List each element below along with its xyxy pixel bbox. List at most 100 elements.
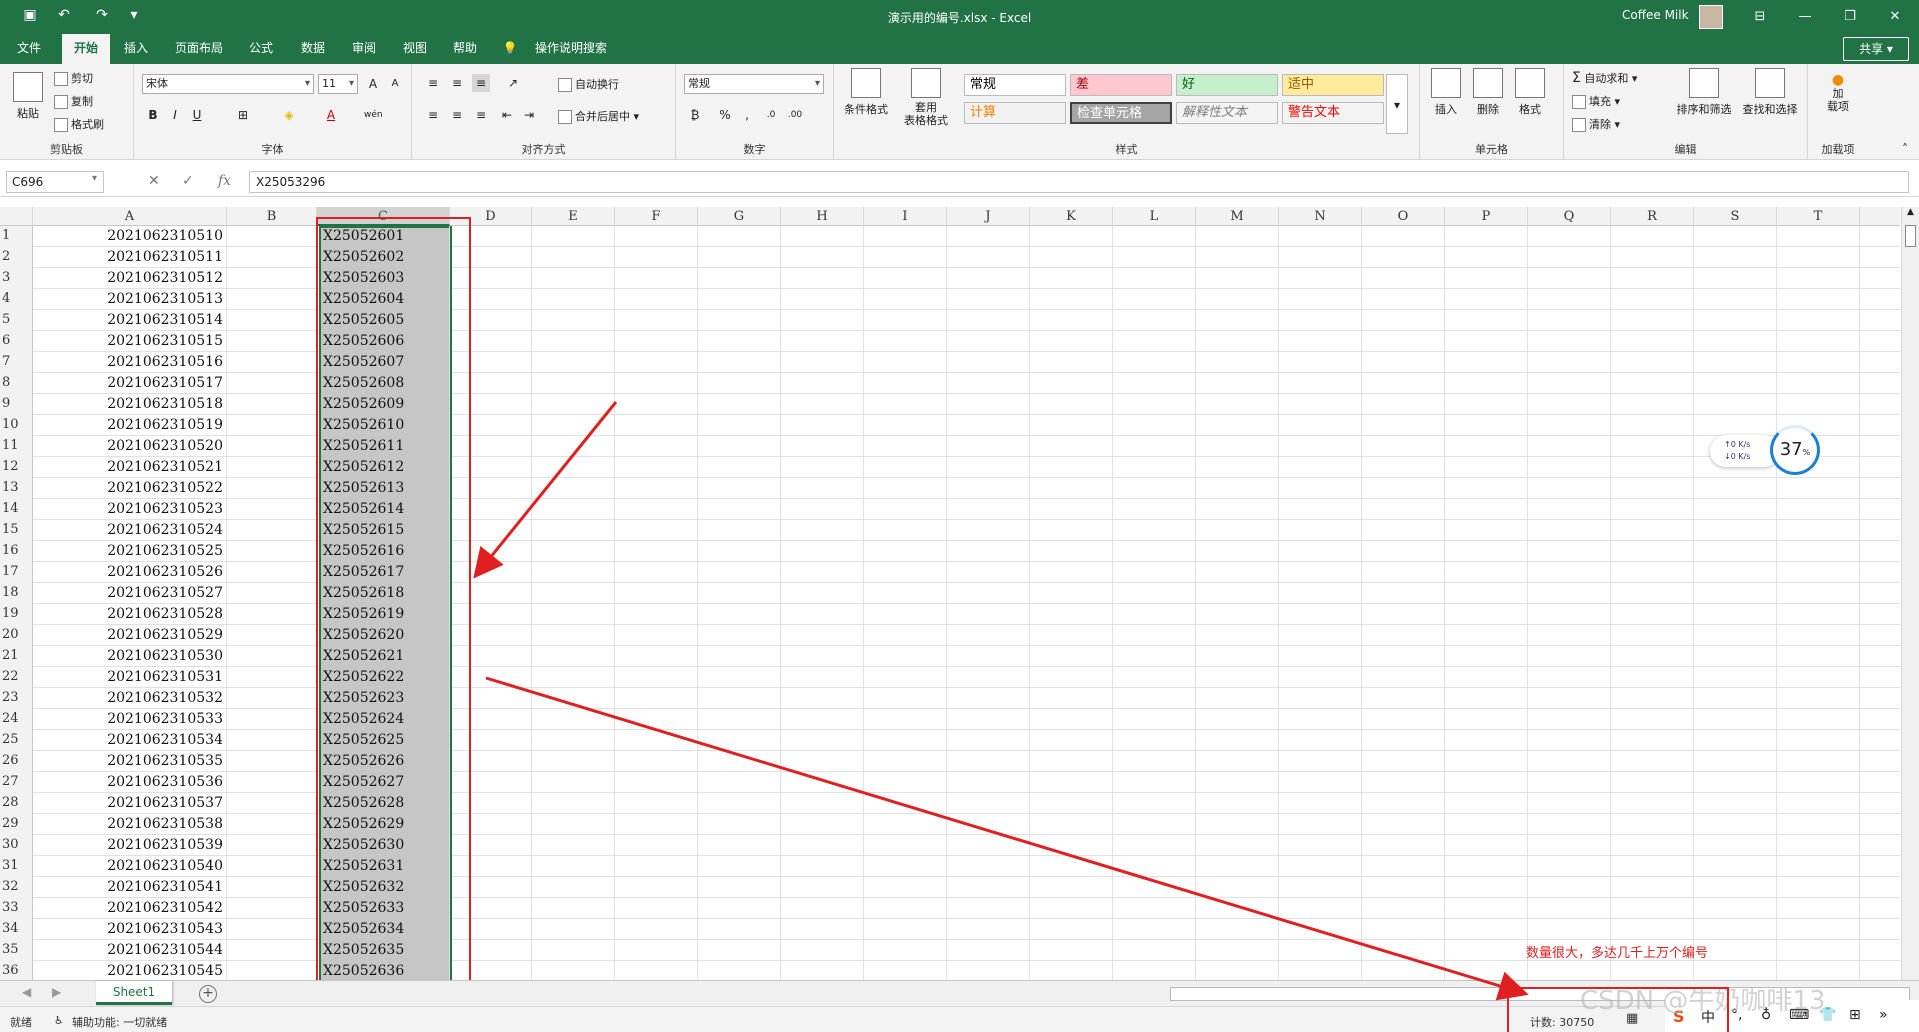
merge-center-button[interactable]: 合并后居中 ▾ bbox=[558, 108, 639, 124]
column-header-a[interactable]: A bbox=[33, 207, 227, 226]
comma-button[interactable]: , bbox=[738, 106, 756, 124]
increase-decimal-icon[interactable]: .0 bbox=[762, 106, 780, 124]
column-header-o[interactable]: O bbox=[1362, 207, 1445, 226]
tab-home[interactable]: 开始 bbox=[62, 34, 110, 64]
cell-a[interactable]: 2021062310528 bbox=[34, 604, 227, 625]
insert-cells-button[interactable]: 插入 bbox=[1426, 68, 1466, 117]
formula-input[interactable]: X25053296 bbox=[249, 171, 1909, 193]
row-header[interactable]: 6 bbox=[0, 331, 33, 352]
cell-a[interactable]: 2021062310512 bbox=[34, 268, 227, 289]
cell-a[interactable]: 2021062310520 bbox=[34, 436, 227, 457]
cell-a[interactable]: 2021062310542 bbox=[34, 898, 227, 919]
row-header[interactable]: 28 bbox=[0, 793, 33, 814]
decrease-font-icon[interactable]: A bbox=[386, 75, 404, 93]
close-button[interactable]: ✕ bbox=[1875, 5, 1915, 29]
percent-button[interactable]: % bbox=[716, 106, 734, 124]
column-header-h[interactable]: H bbox=[781, 207, 864, 226]
row-header[interactable]: 30 bbox=[0, 835, 33, 856]
row-header[interactable]: 24 bbox=[0, 709, 33, 730]
row-header[interactable]: 7 bbox=[0, 352, 33, 373]
cell-a[interactable]: 2021062310524 bbox=[34, 520, 227, 541]
delete-cells-button[interactable]: 删除 bbox=[1468, 68, 1508, 117]
cell-a[interactable]: 2021062310543 bbox=[34, 919, 227, 940]
increase-font-icon[interactable]: A bbox=[364, 75, 382, 93]
cell-a[interactable]: 2021062310523 bbox=[34, 499, 227, 520]
add-sheet-button[interactable]: + bbox=[199, 985, 217, 1003]
orientation-icon[interactable]: ↗ bbox=[504, 74, 522, 92]
tab-help[interactable]: 帮助 bbox=[444, 34, 486, 64]
cell-a[interactable]: 2021062310540 bbox=[34, 856, 227, 877]
cell-a[interactable]: 2021062310539 bbox=[34, 835, 227, 856]
cell-a[interactable]: 2021062310527 bbox=[34, 583, 227, 604]
network-speed-widget[interactable]: ↑0 K/s ↓0 K/s 37% bbox=[1710, 425, 1820, 477]
row-header[interactable]: 26 bbox=[0, 751, 33, 772]
sort-filter-button[interactable]: 排序和筛选 bbox=[1672, 68, 1736, 117]
cell-a[interactable]: 2021062310534 bbox=[34, 730, 227, 751]
cell-a[interactable]: 2021062310521 bbox=[34, 457, 227, 478]
cell-a[interactable]: 2021062310519 bbox=[34, 415, 227, 436]
cell-a[interactable]: 2021062310535 bbox=[34, 751, 227, 772]
row-header[interactable]: 17 bbox=[0, 562, 33, 583]
tell-me-search[interactable]: 操作说明搜索 bbox=[524, 34, 618, 64]
cell-style-4[interactable]: 计算 bbox=[964, 102, 1066, 124]
cell-a[interactable]: 2021062310510 bbox=[34, 226, 227, 247]
row-header[interactable]: 5 bbox=[0, 310, 33, 331]
currency-icon[interactable]: ₿ bbox=[686, 106, 704, 124]
clear-button[interactable]: 清除 ▾ bbox=[1572, 116, 1620, 132]
cell-a[interactable]: 2021062310518 bbox=[34, 394, 227, 415]
fill-button[interactable]: 填充 ▾ bbox=[1572, 93, 1620, 109]
align-middle-icon[interactable]: ≡ bbox=[448, 74, 466, 92]
row-header[interactable]: 13 bbox=[0, 478, 33, 499]
row-header[interactable]: 34 bbox=[0, 919, 33, 940]
underline-button[interactable]: U bbox=[188, 106, 206, 124]
cell-a[interactable]: 2021062310533 bbox=[34, 709, 227, 730]
tab-file[interactable]: 文件 bbox=[8, 34, 50, 64]
conditional-format-button[interactable]: 条件格式 bbox=[840, 68, 892, 117]
column-header-q[interactable]: Q bbox=[1528, 207, 1611, 226]
cell-style-5[interactable]: 检查单元格 bbox=[1070, 102, 1172, 124]
column-header-l[interactable]: L bbox=[1113, 207, 1196, 226]
row-header[interactable]: 3 bbox=[0, 268, 33, 289]
row-header[interactable]: 22 bbox=[0, 667, 33, 688]
row-header[interactable]: 1 bbox=[0, 226, 33, 247]
cell-a[interactable]: 2021062310545 bbox=[34, 961, 227, 980]
tab-insert[interactable]: 插入 bbox=[115, 34, 157, 64]
decrease-decimal-icon[interactable]: .00 bbox=[786, 106, 804, 124]
sheet-next-icon[interactable]: ▶ bbox=[52, 985, 61, 999]
cell-a[interactable]: 2021062310531 bbox=[34, 667, 227, 688]
row-header[interactable]: 20 bbox=[0, 625, 33, 646]
font-size-select[interactable]: 11 bbox=[318, 74, 358, 94]
row-header[interactable]: 19 bbox=[0, 604, 33, 625]
row-header[interactable]: 32 bbox=[0, 877, 33, 898]
cell-a[interactable]: 2021062310526 bbox=[34, 562, 227, 583]
cell-style-0[interactable]: 常规 bbox=[964, 74, 1066, 96]
worksheet-grid[interactable]: ABCDEFGHIJKLMNOPQRST 1 2021062310510 X2505… bbox=[0, 207, 1900, 980]
column-header-r[interactable]: R bbox=[1611, 207, 1694, 226]
copy-button[interactable]: 复制 bbox=[54, 93, 93, 109]
cell-a[interactable]: 2021062310530 bbox=[34, 646, 227, 667]
column-header-j[interactable]: J bbox=[947, 207, 1030, 226]
insert-function-icon[interactable]: fx bbox=[218, 173, 231, 189]
cell-a[interactable]: 2021062310529 bbox=[34, 625, 227, 646]
row-header[interactable]: 31 bbox=[0, 856, 33, 877]
row-header[interactable]: 11 bbox=[0, 436, 33, 457]
column-header-f[interactable]: F bbox=[615, 207, 698, 226]
cell-a[interactable]: 2021062310544 bbox=[34, 940, 227, 961]
name-box-dropdown-icon[interactable]: ▾ bbox=[92, 173, 97, 184]
row-header[interactable]: 9 bbox=[0, 394, 33, 415]
row-header[interactable]: 18 bbox=[0, 583, 33, 604]
font-color-icon[interactable]: A bbox=[322, 106, 340, 124]
column-header-e[interactable]: E bbox=[532, 207, 615, 226]
align-left-icon[interactable]: ≡ bbox=[424, 106, 442, 124]
column-header-b[interactable]: B bbox=[227, 207, 317, 226]
row-header[interactable]: 35 bbox=[0, 940, 33, 961]
fill-color-icon[interactable]: ◈ bbox=[280, 106, 298, 124]
paste-button[interactable]: 粘贴 bbox=[10, 72, 46, 121]
row-header[interactable]: 4 bbox=[0, 289, 33, 310]
align-top-icon[interactable]: ≡ bbox=[424, 74, 442, 92]
cell-style-7[interactable]: 警告文本 bbox=[1282, 102, 1384, 124]
number-format-select[interactable]: 常规 bbox=[684, 74, 824, 94]
enter-icon[interactable]: ✓ bbox=[182, 173, 194, 189]
user-name[interactable]: Coffee Milk bbox=[1622, 8, 1689, 22]
column-header-t[interactable]: T bbox=[1777, 207, 1860, 226]
